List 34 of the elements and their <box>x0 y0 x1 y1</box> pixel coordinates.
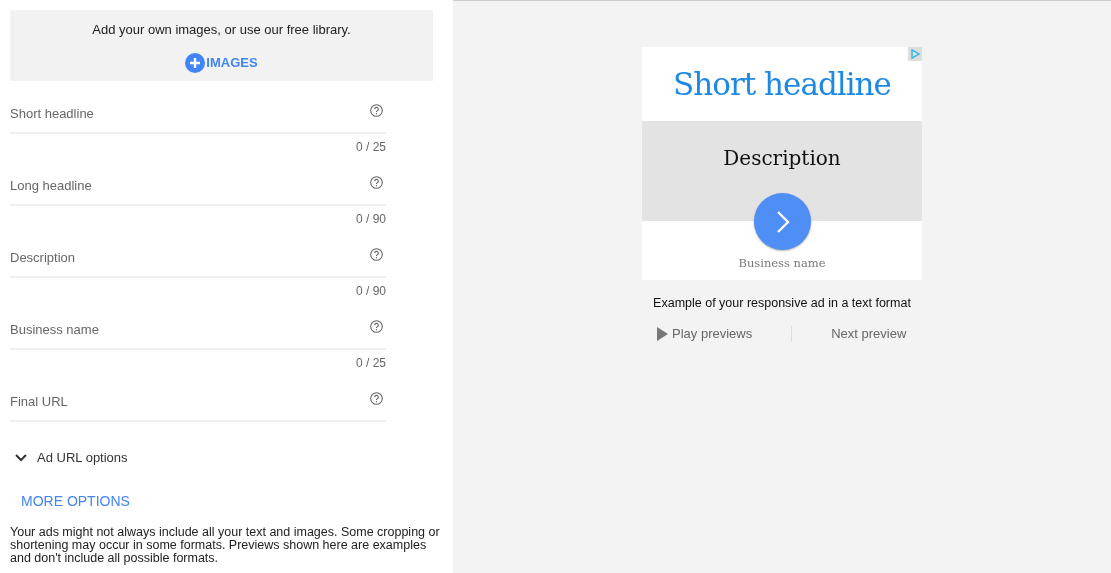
help-icon[interactable] <box>370 392 383 405</box>
chevron-right-icon <box>775 209 790 234</box>
input-field[interactable]: Business name <box>10 297 386 350</box>
field-label: Business name <box>10 320 99 339</box>
chevron-icon <box>15 453 27 462</box>
next-preview-button[interactable]: Next preview <box>831 323 907 344</box>
character-counter: 0 / 90 <box>355 284 386 298</box>
play-previews-button[interactable]: Play previews <box>657 323 753 344</box>
help-icon[interactable] <box>370 248 383 261</box>
ad-description: Description <box>723 145 841 172</box>
input-field[interactable]: Short headline <box>10 81 386 134</box>
more-options-link[interactable]: MORE OPTIONS <box>21 490 130 512</box>
help-icon[interactable] <box>370 104 383 117</box>
field-label: Description <box>10 248 76 267</box>
field-label: Long headline <box>10 176 92 195</box>
ad-business-name: Business name <box>738 254 826 272</box>
disclaimer-text: Your ads might not always include all your text and images. Some cropping or shortening may occur in some formats. Previews shown here are examples and don't include all possible formats. <box>10 525 441 565</box>
add-images-button[interactable]: IMAGES <box>185 52 258 73</box>
images-prompt: Add your own images, or use our free library. <box>91 21 352 39</box>
character-counter: 0 / 25 <box>355 356 386 370</box>
input-field[interactable]: Description <box>10 225 386 278</box>
plus-icon <box>185 52 206 73</box>
ad-url-options-toggle[interactable]: Ad URL options <box>10 447 134 469</box>
character-counter: 0 / 90 <box>355 212 386 226</box>
field-label: Short headline <box>10 104 94 123</box>
character-counter: 0 / 25 <box>355 140 386 154</box>
input-field[interactable]: Final URL <box>10 369 386 422</box>
preview-caption: Example of your responsive ad in a text format <box>653 295 911 312</box>
help-icon[interactable] <box>370 320 383 333</box>
input-field[interactable]: Long headline <box>10 153 386 206</box>
play-icon <box>657 326 668 341</box>
help-icon[interactable] <box>370 176 383 189</box>
field-label: Final URL <box>10 392 68 411</box>
ad-headline: Short headline <box>673 64 891 104</box>
